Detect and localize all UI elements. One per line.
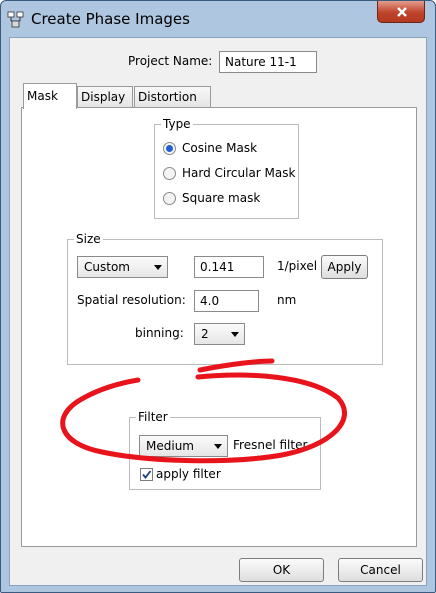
type-group: Type Cosine Mask Hard Circular Mask Squa… xyxy=(154,116,299,219)
resolution-unit-label: nm xyxy=(277,293,297,307)
apply-button[interactable]: Apply xyxy=(321,255,368,279)
apply-filter-label[interactable]: apply filter xyxy=(156,467,221,481)
cancel-button[interactable]: Cancel xyxy=(338,558,423,582)
pixel-unit-label: 1/pixel xyxy=(277,259,318,273)
tab-mask[interactable]: Mask xyxy=(23,83,77,109)
checkmark-icon xyxy=(142,470,152,479)
dialog-window: Create Phase Images Project Name: Nature… xyxy=(0,0,436,593)
pixel-size-input[interactable]: 0.141 xyxy=(194,256,264,278)
window-title: Create Phase Images xyxy=(31,10,190,28)
dialog-content: Project Name: Nature 11-1 Mask Display D… xyxy=(9,37,427,586)
filter-strength-select[interactable]: Medium xyxy=(139,435,228,457)
size-group: Size Custom 0.141 1/pixel Apply Spatial … xyxy=(67,231,383,365)
square-mask-radio[interactable] xyxy=(163,192,176,205)
chevron-down-icon xyxy=(231,332,239,337)
tab-display[interactable]: Display xyxy=(77,86,133,108)
close-button[interactable] xyxy=(377,1,425,23)
hard-circular-mask-label[interactable]: Hard Circular Mask xyxy=(182,166,295,180)
chevron-down-icon xyxy=(154,265,162,270)
binning-value: 2 xyxy=(201,327,209,341)
close-icon xyxy=(397,7,407,17)
filter-group: Filter Medium Fresnel filter apply filte… xyxy=(129,409,321,490)
project-name-input[interactable]: Nature 11-1 xyxy=(219,51,317,73)
apply-filter-checkbox[interactable] xyxy=(140,468,153,481)
size-mode-value: Custom xyxy=(84,260,130,274)
title-bar[interactable]: Create Phase Images xyxy=(1,1,435,37)
spatial-resolution-label: Spatial resolution: xyxy=(77,293,186,307)
fresnel-filter-label: Fresnel filter xyxy=(233,438,308,452)
size-mode-select[interactable]: Custom xyxy=(77,256,168,278)
filter-legend: Filter xyxy=(136,409,170,425)
mask-tab-panel: Type Cosine Mask Hard Circular Mask Squa… xyxy=(21,107,417,547)
tab-distortion[interactable]: Distortion xyxy=(134,86,211,108)
filter-strength-value: Medium xyxy=(146,439,194,453)
ok-button[interactable]: OK xyxy=(239,558,324,582)
size-legend: Size xyxy=(74,231,103,247)
square-mask-label[interactable]: Square mask xyxy=(182,191,260,205)
type-legend: Type xyxy=(161,116,193,132)
spatial-resolution-input[interactable]: 4.0 xyxy=(194,290,259,312)
cosine-mask-label[interactable]: Cosine Mask xyxy=(182,141,257,155)
cosine-mask-radio[interactable] xyxy=(163,142,176,155)
chevron-down-icon xyxy=(214,444,222,449)
hard-circular-mask-radio[interactable] xyxy=(163,167,176,180)
app-icon xyxy=(7,10,25,28)
project-name-label: Project Name: xyxy=(128,54,213,68)
binning-label: binning: xyxy=(135,326,184,340)
binning-select[interactable]: 2 xyxy=(194,323,245,345)
